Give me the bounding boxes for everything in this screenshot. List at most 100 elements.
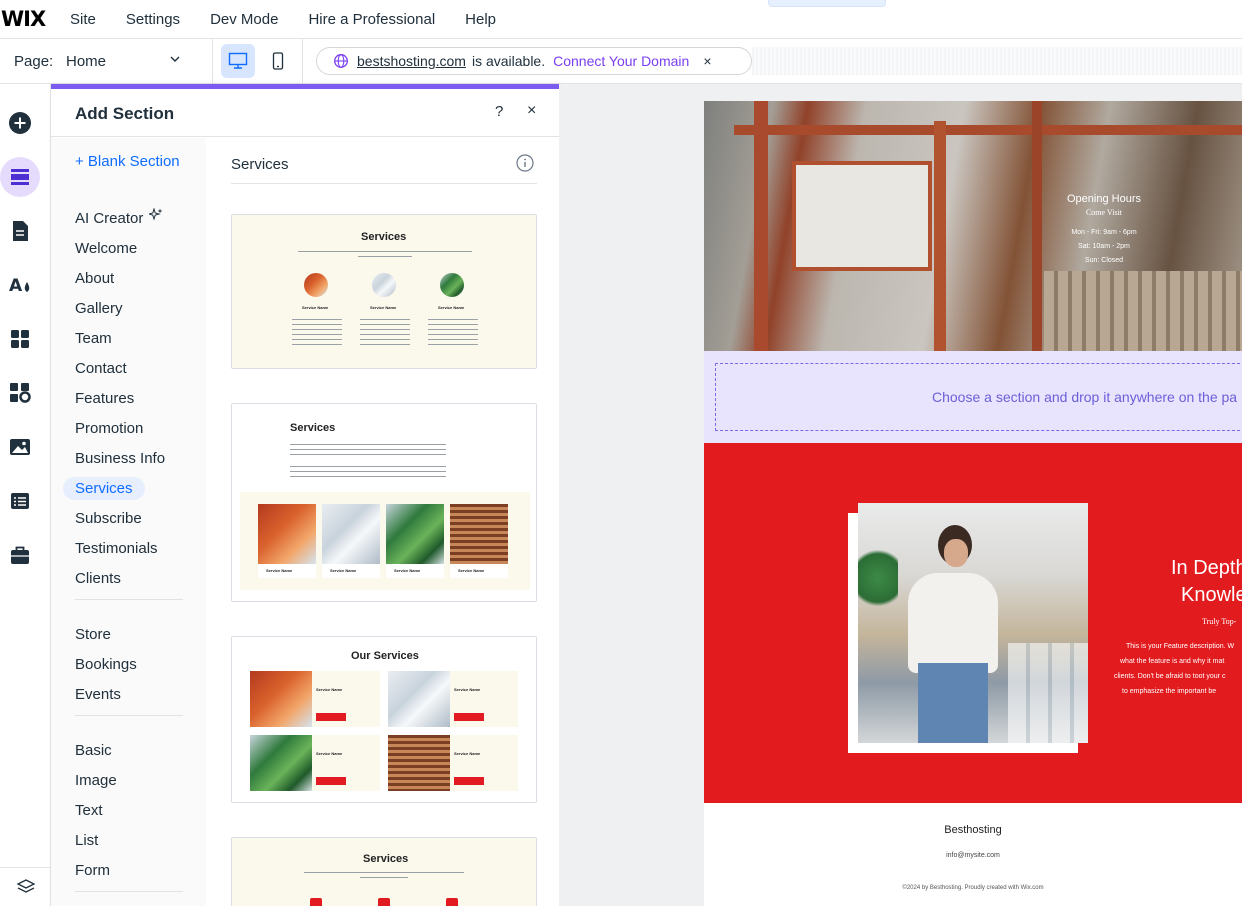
section-drop-zone[interactable]: Choose a section and drop it anywhere on… — [704, 351, 1242, 443]
menu-settings[interactable]: Settings — [126, 11, 180, 28]
image-detail — [918, 663, 988, 743]
template-image — [322, 504, 380, 564]
desktop-view-button[interactable] — [221, 44, 255, 78]
template-title: Services — [361, 231, 407, 243]
pages-button[interactable] — [0, 211, 40, 251]
category-store[interactable]: Store — [75, 626, 111, 643]
feature-title: In Depth Knowle — [1154, 555, 1242, 609]
wix-logo[interactable]: WIX — [0, 7, 70, 31]
globe-icon — [333, 53, 349, 69]
menu-help[interactable]: Help — [465, 11, 496, 28]
site-footer[interactable]: Besthosting info@mysite.com ©2024 by Bes… — [704, 803, 1242, 906]
footer-copyright: ©2024 by Besthosting. Proudly created wi… — [902, 885, 1044, 891]
feature-desc-line: to emphasize the important be — [1122, 688, 1217, 695]
hours-title: Opening Hours — [1067, 193, 1141, 205]
editor-canvas[interactable]: Opening Hours Come Visit Mon - Fri: 9am … — [559, 84, 1242, 906]
layers-button[interactable] — [0, 867, 51, 906]
category-features[interactable]: Features — [75, 390, 134, 407]
divider — [212, 39, 213, 84]
opening-hours-block: Opening Hours Come Visit Mon - Fri: 9am … — [1044, 193, 1164, 268]
info-icon[interactable] — [516, 154, 534, 177]
category-form[interactable]: Form — [75, 862, 110, 879]
template-icon — [310, 898, 322, 906]
hours-line: Sun: Closed — [1084, 257, 1124, 264]
menu-hire-professional[interactable]: Hire a Professional — [308, 11, 435, 28]
category-team[interactable]: Team — [75, 330, 112, 347]
category-gallery[interactable]: Gallery — [75, 300, 123, 317]
close-domain-notice-button[interactable]: × — [703, 53, 711, 69]
panel-title: Add Section — [75, 104, 175, 123]
section-category-heading: Services — [231, 156, 289, 173]
section-template-4[interactable]: Services — [231, 837, 537, 906]
chevron-down-icon[interactable] — [168, 52, 182, 71]
template-image — [386, 504, 444, 564]
design-button[interactable]: A — [0, 265, 40, 305]
footer-email: info@mysite.com — [946, 852, 1000, 859]
template-title: Services — [290, 422, 336, 434]
category-testimonials[interactable]: Testimonials — [75, 540, 158, 557]
apps-button[interactable] — [0, 319, 40, 359]
hero-image-detail — [1044, 271, 1242, 351]
template-button — [454, 777, 484, 785]
desktop-icon — [228, 52, 248, 69]
category-business-info[interactable]: Business Info — [75, 450, 165, 467]
connect-domain-link[interactable]: Connect Your Domain — [553, 53, 689, 69]
feature-image[interactable] — [858, 503, 1088, 743]
domain-available-text: is available. — [471, 53, 546, 69]
category-about[interactable]: About — [75, 270, 114, 287]
category-services[interactable]: Services — [63, 477, 145, 500]
category-ai-creator[interactable]: AI Creator — [75, 208, 163, 227]
category-welcome[interactable]: Welcome — [75, 240, 137, 257]
table-list-icon — [11, 493, 29, 509]
category-list[interactable]: List — [75, 832, 98, 849]
section-template-2[interactable]: Services Service Name Service Name Servi… — [231, 403, 537, 602]
domain-name-link[interactable]: bestshosting.com — [357, 53, 466, 69]
category-clients[interactable]: Clients — [75, 570, 121, 587]
template-item-label: Service Name — [458, 568, 485, 573]
close-panel-button[interactable]: × — [527, 102, 536, 120]
category-basic[interactable]: Basic — [75, 742, 112, 759]
template-item-label: Service Name — [316, 687, 343, 692]
template-text-line — [360, 877, 408, 878]
category-subscribe[interactable]: Subscribe — [75, 510, 142, 527]
domain-notice: bestshosting.com is available. Connect Y… — [316, 47, 752, 75]
template-text-block — [360, 319, 410, 347]
portfolio-button[interactable] — [0, 535, 40, 575]
feature-description: This is your Feature description. W what… — [1114, 639, 1234, 699]
cms-button[interactable] — [0, 481, 40, 521]
hero-image-detail — [734, 125, 1242, 135]
mobile-view-button[interactable] — [261, 44, 295, 78]
menu-dev-mode[interactable]: Dev Mode — [210, 11, 278, 28]
hours-subtitle: Come Visit — [1085, 208, 1123, 217]
category-promotion[interactable]: Promotion — [75, 420, 143, 437]
section-template-1[interactable]: Services Service Name Service Name Servi… — [231, 214, 537, 369]
category-events[interactable]: Events — [75, 686, 121, 703]
help-button[interactable]: ? — [495, 103, 503, 120]
category-image[interactable]: Image — [75, 772, 117, 789]
blank-section-button[interactable]: + Blank Section — [75, 153, 180, 170]
template-title: Our Services — [351, 650, 419, 662]
add-section-button[interactable] — [0, 157, 40, 197]
feature-desc-line: This is your Feature description. W — [1126, 643, 1235, 650]
template-icon — [446, 898, 458, 906]
feature-section[interactable]: In Depth Knowle Truly Top- This is your … — [704, 443, 1242, 803]
hero-section[interactable]: Opening Hours Come Visit Mon - Fri: 9am … — [704, 101, 1242, 351]
business-apps-button[interactable] — [0, 373, 40, 413]
top-menu-bar: WIX Site Settings Dev Mode Hire a Profes… — [0, 0, 1242, 39]
template-button — [316, 713, 346, 721]
template-image — [372, 273, 396, 297]
hero-image-detail — [792, 161, 932, 271]
menu-site[interactable]: Site — [70, 11, 96, 28]
section-template-3[interactable]: Our Services Service Name Service Name S… — [231, 636, 537, 803]
category-contact[interactable]: Contact — [75, 360, 127, 377]
add-elements-button[interactable] — [0, 103, 40, 143]
media-button[interactable] — [0, 427, 40, 467]
page-selector[interactable]: Home — [66, 53, 106, 70]
category-divider — [75, 599, 183, 600]
category-bookings[interactable]: Bookings — [75, 656, 137, 673]
image-detail — [858, 543, 898, 613]
feature-desc-line: clients. Don't be afraid to toot your c — [1114, 673, 1226, 680]
hours-line: Mon - Fri: 9am - 6pm — [1071, 229, 1137, 236]
top-center-tab[interactable] — [768, 0, 886, 7]
category-text[interactable]: Text — [75, 802, 103, 819]
